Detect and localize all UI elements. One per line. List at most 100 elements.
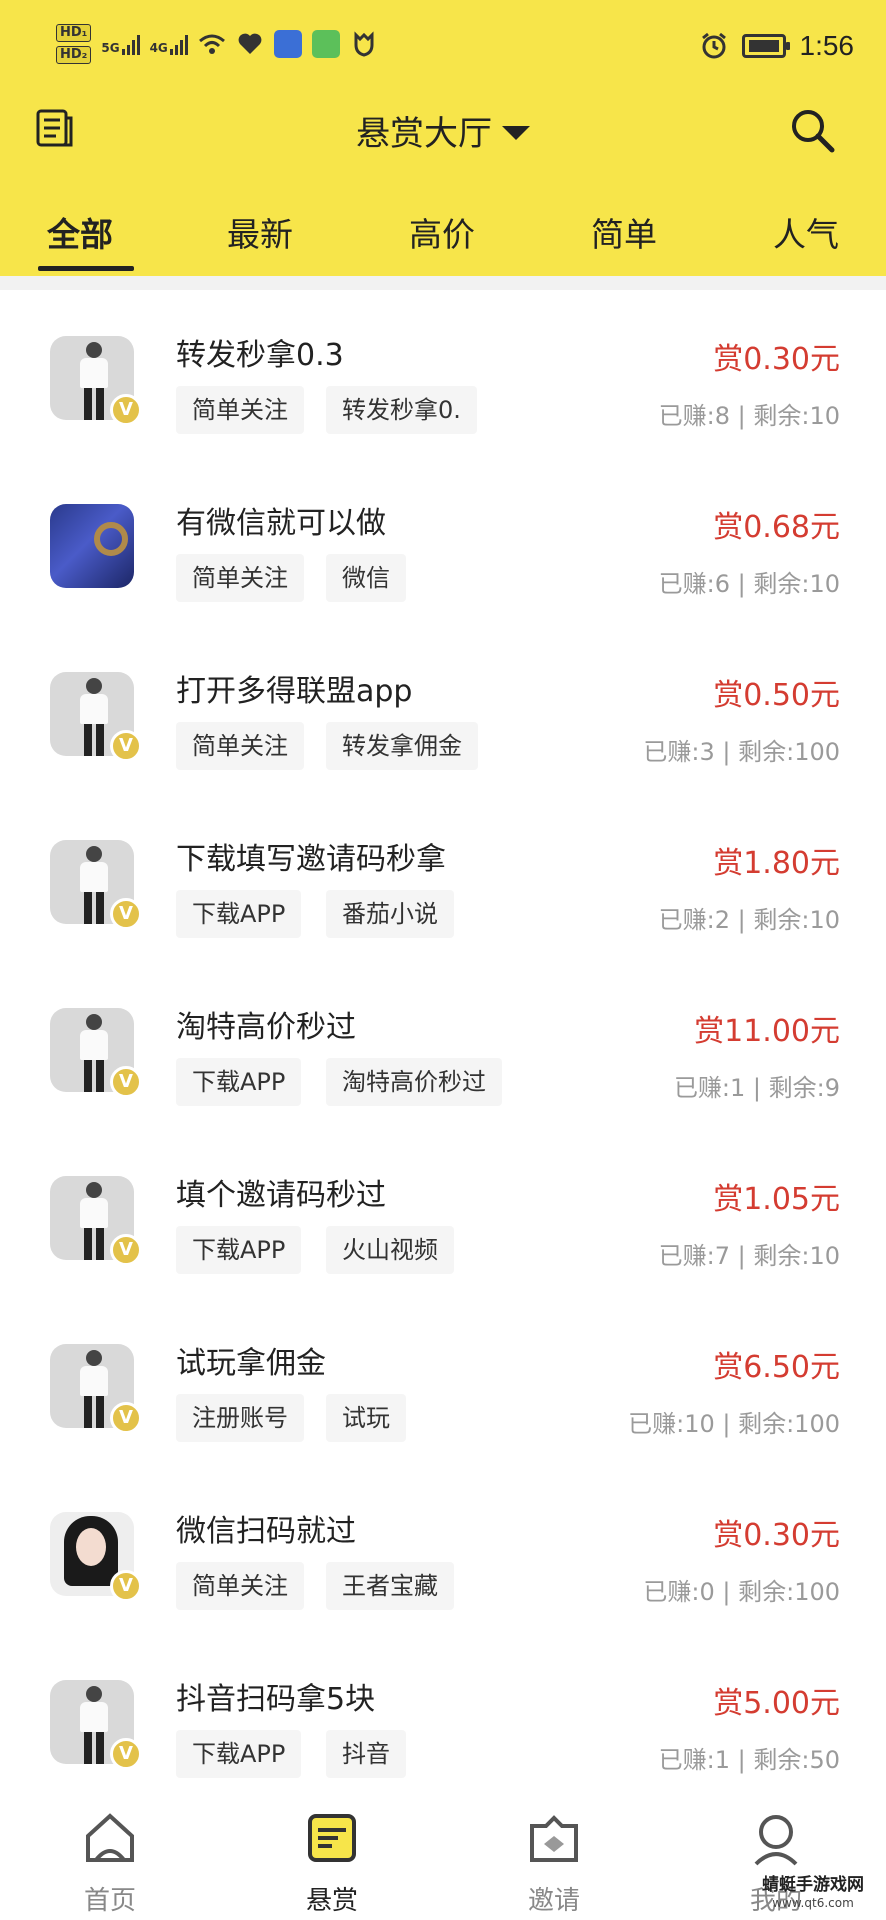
task-title: 填个邀请码秒过 xyxy=(176,1178,386,1213)
home-icon xyxy=(80,1808,140,1868)
net2-label: 4G xyxy=(149,41,168,55)
task-stats: 已赚:10 | 剩余:100 xyxy=(628,1410,840,1438)
task-stats: 已赚:3 | 剩余:100 xyxy=(643,738,840,766)
signal-bars-icon xyxy=(121,33,140,55)
hd1-label: HD₁ xyxy=(56,24,92,42)
task-list: V 转发秒拿0.3 简单关注 转发秒拿0. 赏0.30元 已赚:8 | 剩余:1… xyxy=(0,290,886,1780)
wifi-icon xyxy=(198,30,226,58)
tab-all[interactable]: 全部 xyxy=(20,208,140,256)
task-title: 转发秒拿0.3 xyxy=(176,338,344,373)
signal-bars-icon xyxy=(169,33,188,55)
invite-icon xyxy=(524,1808,584,1868)
hd2-label: HD₂ xyxy=(56,46,92,64)
task-item[interactable]: V 转发秒拿0.3 简单关注 转发秒拿0. 赏0.30元 已赚:8 | 剩余:1… xyxy=(0,290,886,458)
status-time: 1:56 xyxy=(799,30,855,61)
watermark: 蜻蜓手游戏网 www.qt6.com xyxy=(750,1874,876,1910)
task-tag: 注册账号 xyxy=(176,1394,304,1442)
tab-simple[interactable]: 简单 xyxy=(564,208,684,256)
shield-icon xyxy=(350,30,378,58)
signal-4g: 4G xyxy=(150,33,188,55)
task-item[interactable]: V 试玩拿佣金 注册账号 试玩 赏6.50元 已赚:10 | 剩余:100 xyxy=(0,1298,886,1466)
watermark-text: 蜻蜓手游戏网 xyxy=(762,1875,864,1895)
task-title: 淘特高价秒过 xyxy=(176,1010,356,1045)
task-title: 试玩拿佣金 xyxy=(176,1346,326,1381)
tab-popular[interactable]: 人气 xyxy=(746,208,866,256)
tab-high-price[interactable]: 高价 xyxy=(382,208,502,256)
task-reward: 赏1.80元 xyxy=(713,846,840,881)
task-stats: 已赚:8 | 剩余:10 xyxy=(658,402,840,430)
task-stats: 已赚:0 | 剩余:100 xyxy=(643,1578,840,1606)
verified-badge-icon: V xyxy=(110,1066,142,1098)
status-bar-left: HD₁ HD₂ 5G 4G xyxy=(56,24,378,64)
task-title: 有微信就可以做 xyxy=(176,506,386,541)
page-title: 悬赏大厅 xyxy=(356,114,492,154)
task-tag: 下载APP xyxy=(176,890,302,938)
task-tag: 微信 xyxy=(326,554,406,602)
task-tag: 转发拿佣金 xyxy=(326,722,478,770)
verified-badge-icon: V xyxy=(110,1570,142,1602)
alarm-icon xyxy=(700,32,728,60)
task-item[interactable]: V 填个邀请码秒过 下载APP 火山视频 赏1.05元 已赚:7 | 剩余:10 xyxy=(0,1130,886,1298)
status-bar-right: 1:56 xyxy=(700,30,855,62)
task-tag: 简单关注 xyxy=(176,386,304,434)
bottom-tab-home[interactable]: 首页 xyxy=(30,1780,190,1920)
nav-bar: 悬赏大厅 xyxy=(0,100,886,200)
bottom-tab-label: 邀请 xyxy=(527,1886,580,1916)
task-tag: 转发秒拿0. xyxy=(326,386,477,434)
bottom-tab-label: 悬赏 xyxy=(305,1886,358,1916)
verified-badge-icon: V xyxy=(110,1738,142,1770)
task-title: 打开多得联盟app xyxy=(176,674,413,709)
task-reward: 赏0.30元 xyxy=(713,1518,840,1553)
task-title: 下载填写邀请码秒拿 xyxy=(176,842,446,877)
task-reward: 赏0.50元 xyxy=(713,678,840,713)
active-tab-indicator xyxy=(38,266,134,271)
task-stats: 已赚:2 | 剩余:10 xyxy=(658,906,840,934)
task-tag: 简单关注 xyxy=(176,1562,304,1610)
divider xyxy=(0,276,886,290)
signal-5g: 5G xyxy=(101,33,140,55)
avatar xyxy=(50,504,134,588)
task-tag: 下载APP xyxy=(176,1226,302,1274)
task-tag: 抖音 xyxy=(326,1730,406,1778)
verified-badge-icon: V xyxy=(110,394,142,426)
task-title: 抖音扫码拿5块 xyxy=(176,1682,376,1717)
reward-icon xyxy=(302,1808,362,1868)
bottom-tab-reward[interactable]: 悬赏 xyxy=(252,1780,412,1920)
watermark-url: www.qt6.com xyxy=(772,1896,854,1910)
task-reward: 赏0.30元 xyxy=(713,342,840,377)
verified-badge-icon: V xyxy=(110,1234,142,1266)
task-reward: 赏1.05元 xyxy=(713,1182,840,1217)
tab-newest[interactable]: 最新 xyxy=(200,208,320,256)
heart-icon xyxy=(236,30,264,58)
bottom-tab-label: 首页 xyxy=(83,1886,136,1916)
bottom-tab-invite[interactable]: 邀请 xyxy=(474,1780,634,1920)
verified-badge-icon: V xyxy=(110,1402,142,1434)
task-item[interactable]: V 微信扫码就过 简单关注 王者宝藏 赏0.30元 已赚:0 | 剩余:100 xyxy=(0,1466,886,1634)
task-title: 微信扫码就过 xyxy=(176,1514,356,1549)
task-tag: 下载APP xyxy=(176,1058,302,1106)
task-item[interactable]: V 下载填写邀请码秒拿 下载APP 番茄小说 赏1.80元 已赚:2 | 剩余:… xyxy=(0,794,886,962)
verified-badge-icon: V xyxy=(110,730,142,762)
task-reward: 赏0.68元 xyxy=(713,510,840,545)
task-tag: 简单关注 xyxy=(176,722,304,770)
task-item[interactable]: V 淘特高价秒过 下载APP 淘特高价秒过 赏11.00元 已赚:1 | 剩余:… xyxy=(0,962,886,1130)
task-item[interactable]: 有微信就可以做 简单关注 微信 赏0.68元 已赚:6 | 剩余:10 xyxy=(0,458,886,626)
verified-badge-icon: V xyxy=(110,898,142,930)
task-reward: 赏6.50元 xyxy=(713,1350,840,1385)
header: HD₁ HD₂ 5G 4G 1:56 悬赏大厅 全部 最新 高价 简单 人气 xyxy=(0,0,886,276)
task-item[interactable]: V 打开多得联盟app 简单关注 转发拿佣金 赏0.50元 已赚:3 | 剩余:… xyxy=(0,626,886,794)
net1-label: 5G xyxy=(101,41,120,55)
filter-tabs: 全部 最新 高价 简单 人气 xyxy=(0,196,886,276)
task-stats: 已赚:1 | 剩余:9 xyxy=(673,1074,840,1102)
task-tag: 下载APP xyxy=(176,1730,302,1778)
status-bar: HD₁ HD₂ 5G 4G 1:56 xyxy=(0,0,886,100)
battery-icon xyxy=(741,34,790,58)
search-icon[interactable] xyxy=(788,106,836,154)
task-tag: 淘特高价秒过 xyxy=(326,1058,502,1106)
page-title-dropdown[interactable]: 悬赏大厅 xyxy=(0,106,886,155)
task-item[interactable]: V 抖音扫码拿5块 下载APP 抖音 赏5.00元 已赚:1 | 剩余:50 xyxy=(0,1634,886,1780)
profile-icon xyxy=(746,1808,806,1868)
task-stats: 已赚:1 | 剩余:50 xyxy=(658,1746,840,1774)
app-icon xyxy=(311,30,340,58)
task-tag: 试玩 xyxy=(326,1394,406,1442)
